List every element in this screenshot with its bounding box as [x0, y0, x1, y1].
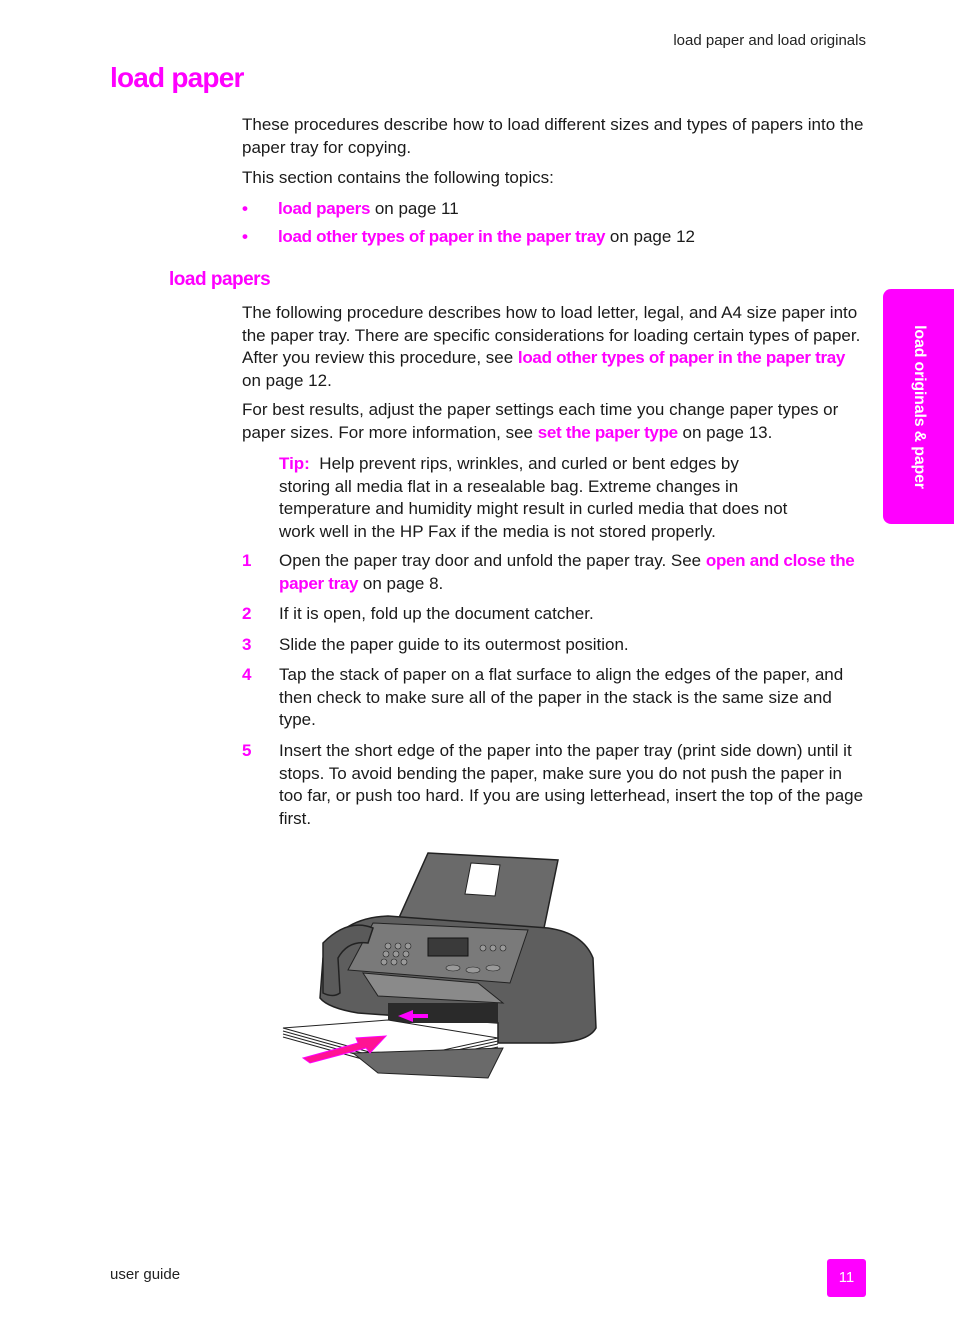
paragraph-text: on page 12.: [242, 370, 332, 390]
section-paragraph: For best results, adjust the paper setti…: [242, 399, 864, 444]
chapter-side-tab: load originals & paper: [883, 289, 954, 524]
intro-paragraph: These procedures describe how to load di…: [242, 115, 864, 157]
step-item: 4 Tap the stack of paper on a flat surfa…: [242, 664, 864, 732]
step-item: 1 Open the paper tray door and unfold th…: [242, 550, 864, 595]
input-tray: [351, 1047, 504, 1079]
step-item: 3 Slide the paper guide to its outermost…: [242, 634, 864, 657]
feeder-window: [464, 862, 501, 897]
topic-link-load-other-types[interactable]: load other types of paper in the paper t…: [278, 227, 605, 246]
fax-loading-paper-illustration: [278, 848, 608, 1083]
page-title: load paper: [110, 62, 244, 93]
topic-link-load-papers[interactable]: load papers: [278, 199, 370, 218]
fax-machine-icon: [282, 852, 597, 1079]
step-number: 1: [242, 551, 252, 570]
step-text: If it is open, fold up the document catc…: [279, 604, 594, 623]
step-number: 5: [242, 741, 252, 760]
section-paragraph: The following procedure describes how to…: [242, 302, 864, 392]
tip-note: Tip: Help prevent rips, wrinkles, and cu…: [279, 453, 789, 543]
step-number: 4: [242, 665, 252, 684]
side-tab-label: load originals & paper: [910, 324, 928, 489]
step-text: Tap the stack of paper on a flat surface…: [279, 665, 844, 729]
display-screen: [427, 937, 469, 957]
link-set-paper-type[interactable]: set the paper type: [538, 423, 678, 442]
tip-label: Tip:: [279, 454, 310, 473]
topic-page-ref: on page 11: [370, 199, 459, 218]
tip-text: Help prevent rips, wrinkles, and curled …: [279, 454, 793, 541]
paper-slot: [388, 1003, 498, 1023]
bullet-icon: •: [242, 227, 248, 246]
step-text: Open the paper tray door and unfold the …: [279, 551, 706, 570]
running-head: load paper and load originals: [673, 32, 866, 49]
link-load-other-types[interactable]: load other types of paper in the paper t…: [518, 348, 845, 367]
step-text: Slide the paper guide to its outermost p…: [279, 635, 629, 654]
step-text: on page 8.: [358, 573, 444, 593]
step-item: 2 If it is open, fold up the document ca…: [242, 603, 864, 626]
paragraph-text: on page 13.: [677, 422, 773, 442]
footer-title: user guide: [110, 1266, 181, 1283]
bullet-icon: •: [242, 199, 248, 218]
intro-topics-lead: This section contains the following topi…: [242, 168, 554, 187]
step-number: 2: [242, 604, 252, 623]
page-number-badge: 11: [827, 1259, 866, 1297]
step-number: 3: [242, 635, 252, 654]
topic-page-ref: on page 12: [605, 227, 695, 246]
section-heading: load papers: [169, 269, 271, 290]
step-text: Insert the short edge of the paper into …: [279, 741, 864, 828]
step-item: 5 Insert the short edge of the paper int…: [242, 740, 864, 830]
